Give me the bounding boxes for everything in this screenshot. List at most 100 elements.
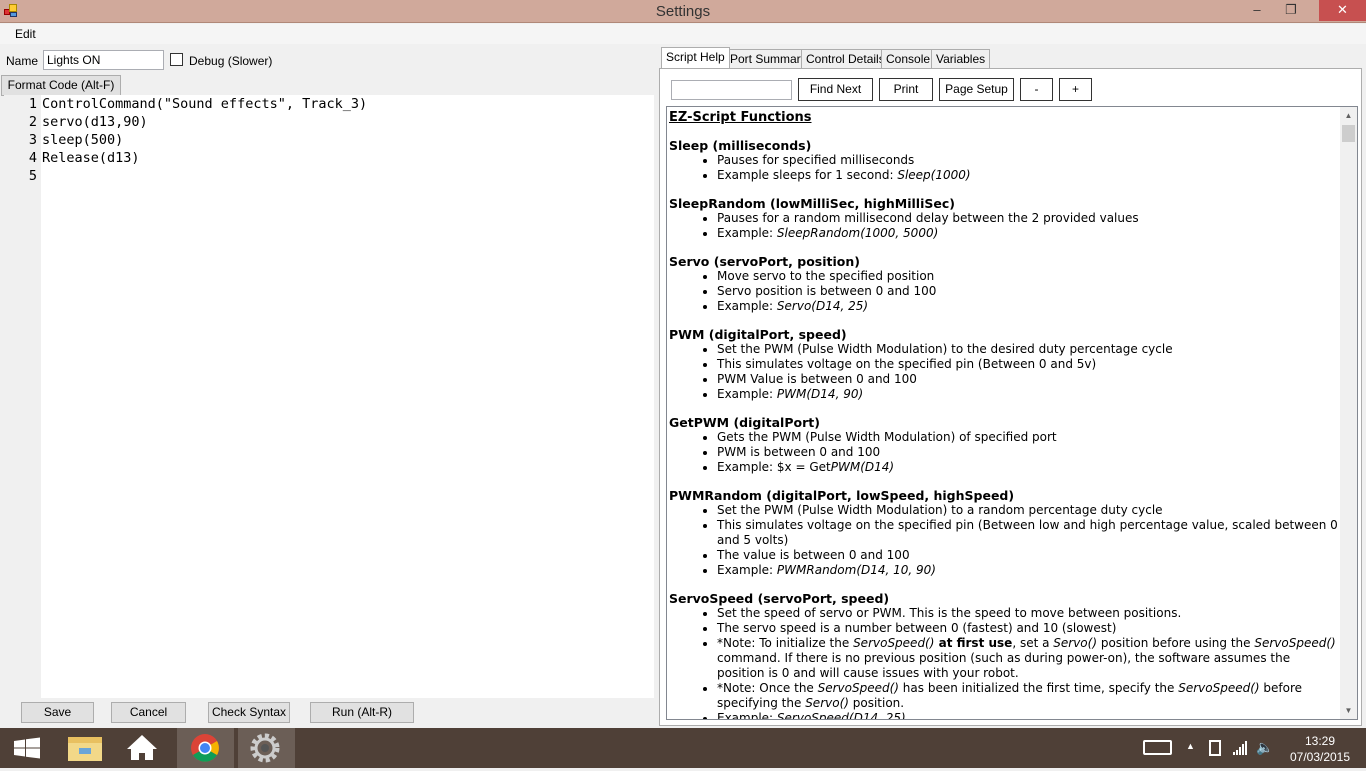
find-next-button[interactable]: Find Next [798,78,873,101]
help-item: Pauses for a random millisecond delay be… [717,211,1339,226]
help-item: *Note: Once the ServoSpeed() has been in… [717,681,1339,711]
network-icon[interactable] [1233,741,1247,758]
chrome-icon[interactable] [177,728,234,768]
help-function: PWM (digitalPort, speed)Set the PWM (Pul… [669,327,1339,402]
help-function-title: Sleep (milliseconds) [669,138,812,153]
menu-bar: Edit [0,24,1366,44]
minimize-button[interactable]: – [1242,0,1272,21]
help-text: Servo() [805,696,849,710]
help-text: Set the PWM (Pulse Width Modulation) to … [717,503,1163,517]
zoom-in-button[interactable]: + [1059,78,1092,101]
save-button[interactable]: Save [21,702,94,723]
help-item: PWM Value is between 0 and 100 [717,372,1339,387]
help-text: Example sleeps for 1 second: [717,168,898,182]
volume-icon[interactable]: 🔈 [1256,739,1273,756]
tab-script-help[interactable]: Script Help [661,47,730,68]
taskbar: ▲ 🔈 13:29 07/03/2015 [0,728,1366,768]
help-item: Set the PWM (Pulse Width Modulation) to … [717,342,1339,357]
help-text: Pauses for specified milliseconds [717,153,915,167]
scroll-thumb[interactable] [1342,125,1355,142]
help-text: Gets the PWM (Pulse Width Modulation) of… [717,430,1057,444]
help-text: Pauses for a random millisecond delay be… [717,211,1139,225]
help-item: This simulates voltage on the specified … [717,357,1339,372]
start-icon[interactable] [0,728,57,768]
help-function: Sleep (milliseconds)Pauses for specified… [669,138,1339,183]
file-explorer-icon[interactable] [57,728,114,768]
close-button[interactable]: ✕ [1319,0,1366,21]
code-line[interactable]: ControlCommand("Sound effects", Track_3) [42,95,367,113]
help-item: Set the speed of servo or PWM. This is t… [717,606,1339,621]
format-code-button[interactable]: Format Code (Alt-F) [1,75,121,96]
help-item: Servo position is between 0 and 100 [717,284,1339,299]
name-input[interactable] [43,50,164,70]
help-text: Example: [717,711,777,720]
help-text: Example: $x = Get [717,460,831,474]
clock-date[interactable]: 07/03/2015 [1286,750,1354,764]
code-line[interactable]: Release(d13) [42,149,367,167]
help-text: Set the PWM (Pulse Width Modulation) to … [717,342,1173,356]
tab-port-summary[interactable]: Port Summary [725,49,812,68]
help-content[interactable]: EZ-Script Functions Sleep (milliseconds)… [666,106,1358,720]
help-item: Example: PWMRandom(D14, 10, 90) [717,563,1339,578]
help-text: position. [848,696,905,710]
line-numbers: 1 2 3 4 5 [4,95,41,698]
help-text: PWM Value is between 0 and 100 [717,372,917,386]
help-function: Servo (servoPort, position)Move servo to… [669,254,1339,314]
tab-control-details[interactable]: Control Details [801,49,890,68]
help-item: Pauses for specified milliseconds [717,153,1339,168]
help-text: SleepRandom(1000, 5000) [776,226,939,240]
line-number: 4 [28,150,37,166]
help-item: Example: SleepRandom(1000, 5000) [717,226,1339,241]
help-item: Gets the PWM (Pulse Width Modulation) of… [717,430,1339,445]
print-button[interactable]: Print [879,78,933,101]
help-text: Servo position is between 0 and 100 [717,284,937,298]
debug-checkbox[interactable] [170,53,183,66]
debug-label: Debug (Slower) [189,54,273,68]
help-item: This simulates voltage on the specified … [717,518,1339,548]
code-line[interactable] [42,167,367,185]
help-function: GetPWM (digitalPort)Gets the PWM (Pulse … [669,415,1339,475]
tab-console[interactable]: Console [881,49,936,68]
help-text: The value is between 0 and 100 [717,548,910,562]
help-item: PWM is between 0 and 100 [717,445,1339,460]
home-icon[interactable] [114,728,171,768]
check-syntax-button[interactable]: Check Syntax [208,702,290,723]
help-text: PWM is between 0 and 100 [717,445,881,459]
help-text: at first use [934,636,1013,650]
help-function-title: GetPWM (digitalPort) [669,415,820,430]
scroll-up-icon[interactable]: ▲ [1340,107,1357,124]
help-scrollbar[interactable]: ▲ ▼ [1340,107,1357,719]
help-item: The value is between 0 and 100 [717,548,1339,563]
zoom-out-button[interactable]: - [1020,78,1053,101]
help-function-title: ServoSpeed (servoPort, speed) [669,591,890,606]
code-line[interactable]: sleep(500) [42,131,367,149]
help-text: Sleep(1000) [897,168,971,182]
keyboard-icon[interactable] [1143,740,1172,755]
help-text: The servo speed is a number between 0 (f… [717,621,1117,635]
menu-edit[interactable]: Edit [15,27,36,41]
help-text: ServoSpeed(D14, 25) [776,711,906,720]
scroll-down-icon[interactable]: ▼ [1340,702,1357,719]
tab-variables[interactable]: Variables [931,49,991,68]
clock-time[interactable]: 13:29 [1290,734,1350,748]
help-text: Example: [717,226,777,240]
page-setup-button[interactable]: Page Setup [939,78,1014,101]
help-function-title: PWMRandom (digitalPort, lowSpeed, highSp… [669,488,1015,503]
help-function: ServoSpeed (servoPort, speed)Set the spe… [669,591,1339,720]
help-function-title: Servo (servoPort, position) [669,254,860,269]
settings-icon[interactable] [238,728,295,768]
code-line[interactable]: servo(d13,90) [42,113,367,131]
code-editor[interactable]: 1 2 3 4 5 ControlCommand("Sound effects"… [4,95,654,698]
cancel-button[interactable]: Cancel [111,702,186,723]
help-text: Set the speed of servo or PWM. This is t… [717,606,1182,620]
help-text: ServoSpeed() [817,681,899,695]
battery-icon[interactable] [1209,740,1221,756]
run-button[interactable]: Run (Alt-R) [310,702,414,723]
line-number: 1 [28,96,37,112]
help-item: Example: Servo(D14, 25) [717,299,1339,314]
help-function-title: PWM (digitalPort, speed) [669,327,847,342]
help-search-input[interactable] [671,80,792,100]
help-text: Move servo to the specified position [717,269,935,283]
show-hidden-icons-icon[interactable]: ▲ [1186,741,1195,751]
restore-button[interactable]: ❐ [1276,0,1306,21]
